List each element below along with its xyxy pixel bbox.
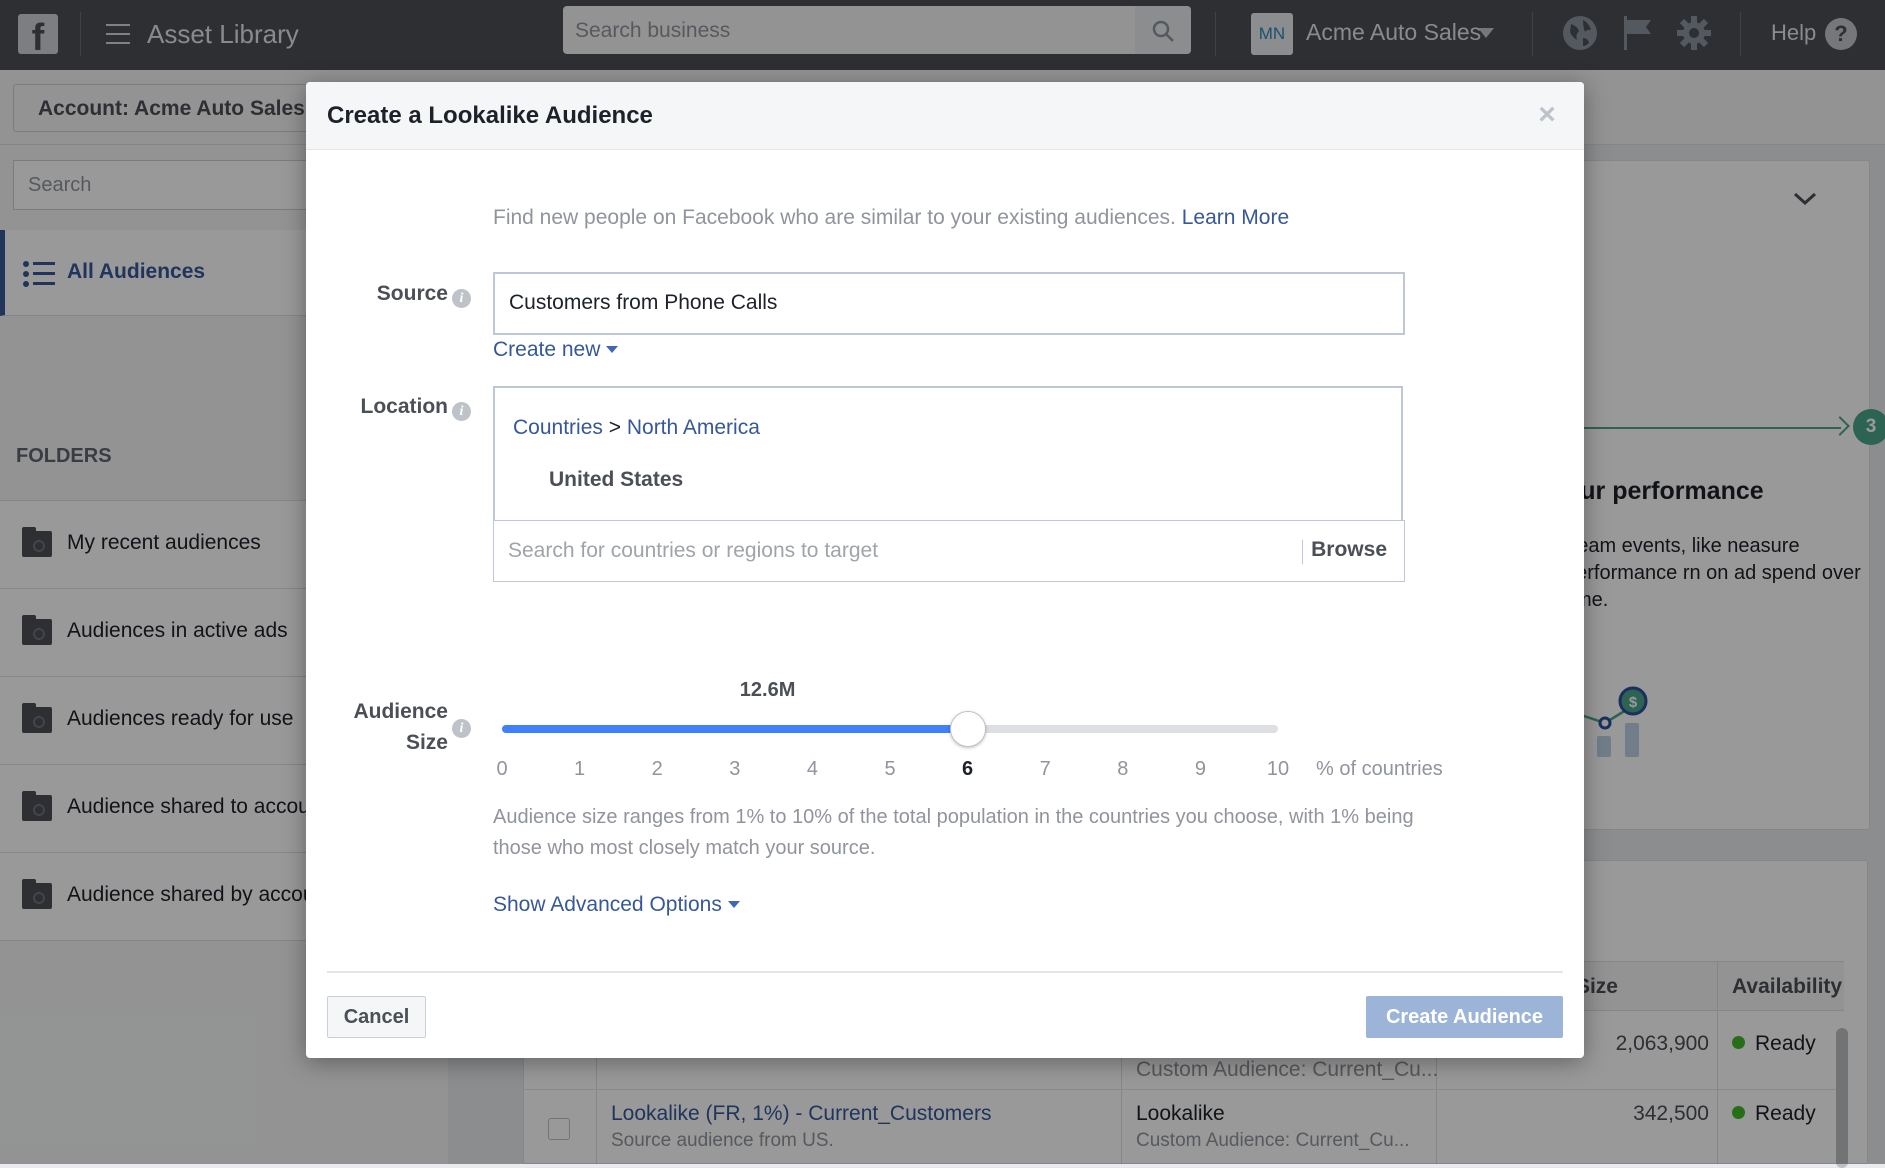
audience-size-slider[interactable]	[502, 711, 1278, 747]
location-label: Location	[360, 395, 449, 418]
slider-tick-label: 5	[884, 758, 896, 780]
location-search[interactable]: Search for countries or regions to targe…	[493, 520, 1405, 582]
audience-size-label: Audience Size	[353, 700, 448, 754]
selected-country[interactable]: United States	[549, 468, 683, 492]
create-new-dropdown[interactable]: Create new	[493, 338, 619, 362]
slider-tick-label: 1	[574, 758, 586, 780]
slider-tick-label: 10	[1266, 758, 1290, 780]
slider-tick-label: 9	[1194, 758, 1206, 780]
slider-handle[interactable]	[949, 711, 986, 747]
location-search-input[interactable]: Search for countries or regions to targe…	[508, 539, 878, 563]
divider	[327, 971, 1563, 973]
create-audience-button[interactable]: Create Audience	[1366, 996, 1563, 1038]
caret-down-icon	[727, 901, 740, 908]
selected-locations: Countries > North America United States	[493, 386, 1403, 522]
browse-button[interactable]: Browse	[1311, 538, 1387, 562]
audience-size-estimate: 12.6M	[739, 679, 796, 701]
slider-ticks: 0 1 2 3 4 5 6 7 8 9 10	[496, 758, 1289, 784]
slider-tick-label: 3	[729, 758, 741, 780]
dialog-header: Create a Lookalike Audience ×	[306, 82, 1584, 150]
lookalike-audience-dialog: Create a Lookalike Audience × Find new p…	[306, 82, 1584, 1058]
source-label: Source	[376, 282, 448, 305]
slider-tick-label: 2	[651, 758, 663, 780]
slider-tick-label: 8	[1117, 758, 1129, 780]
close-icon[interactable]: ×	[1532, 100, 1562, 130]
cancel-button[interactable]: Cancel	[327, 996, 426, 1038]
slider-unit-label: % of countries	[1316, 758, 1443, 780]
caret-down-icon	[606, 346, 619, 353]
slider-tick-label: 0	[496, 758, 508, 780]
slider-fill	[502, 725, 968, 733]
divider	[1302, 540, 1303, 564]
show-advanced-options[interactable]: Show Advanced Options	[493, 893, 740, 917]
breadcrumb-north-america[interactable]: North America	[627, 416, 760, 439]
slider-tick-label: 7	[1039, 758, 1051, 780]
slider-tick-label: 4	[806, 758, 818, 780]
info-icon[interactable]: i	[452, 719, 471, 738]
breadcrumb-countries[interactable]: Countries	[513, 416, 603, 439]
intro-text: Find new people on Facebook who are simi…	[493, 206, 1290, 229]
source-audience-input[interactable]: Customers from Phone Calls	[493, 272, 1405, 335]
learn-more-link[interactable]: Learn More	[1182, 206, 1289, 229]
info-icon[interactable]: i	[452, 289, 471, 308]
location-breadcrumb: Countries > North America	[513, 416, 760, 439]
audience-size-note: Audience size ranges from 1% to 10% of t…	[493, 806, 1414, 859]
dialog-title: Create a Lookalike Audience	[327, 102, 653, 129]
info-icon[interactable]: i	[452, 402, 471, 421]
slider-tick-label: 6	[962, 758, 974, 780]
